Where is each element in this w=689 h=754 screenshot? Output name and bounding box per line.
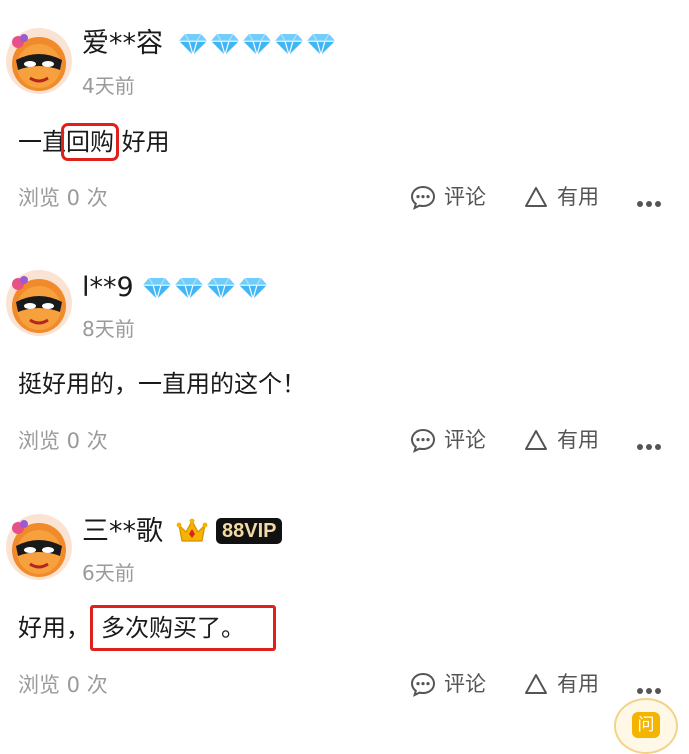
avatar[interactable] bbox=[4, 512, 74, 582]
review-content: 好用， 多次购买了。 bbox=[18, 605, 276, 651]
review-content: 一直回购 好用 bbox=[18, 123, 170, 161]
review-content: 挺好用的，一直用的这个！ bbox=[18, 368, 306, 400]
comment-button[interactable]: 评论 bbox=[410, 671, 486, 697]
helpful-label: 有用 bbox=[557, 672, 599, 696]
helpful-triangle-icon bbox=[523, 672, 549, 696]
review-date: 4天前 bbox=[82, 74, 135, 98]
helpful-triangle-icon bbox=[523, 185, 549, 209]
diamond-icon bbox=[274, 32, 304, 56]
diamond-badge-group bbox=[178, 32, 336, 56]
diamond-icon bbox=[142, 276, 172, 300]
comment-icon bbox=[410, 671, 436, 697]
ask-question-button[interactable]: 问 bbox=[614, 698, 678, 754]
question-bubble-icon: 问 bbox=[632, 712, 660, 738]
comment-label: 评论 bbox=[444, 185, 486, 209]
review-text: 好用 bbox=[114, 128, 170, 156]
review-text: 好用， bbox=[18, 614, 90, 642]
member-badge-group: 88VIP bbox=[176, 517, 283, 545]
helpful-button[interactable]: 有用 bbox=[523, 427, 599, 453]
helpful-triangle-icon bbox=[523, 428, 549, 452]
diamond-badge-group bbox=[142, 276, 268, 300]
more-options-button[interactable] bbox=[636, 436, 662, 455]
more-dots-icon bbox=[636, 200, 662, 208]
avatar[interactable] bbox=[4, 268, 74, 338]
diamond-icon bbox=[306, 32, 336, 56]
more-dots-icon bbox=[636, 443, 662, 451]
diamond-icon bbox=[178, 32, 208, 56]
comment-button[interactable]: 评论 bbox=[410, 427, 486, 453]
highlighted-text: 多次购买了。 bbox=[90, 605, 276, 651]
review-text: 挺好用的，一直用的这个！ bbox=[18, 370, 306, 398]
diamond-icon bbox=[242, 32, 272, 56]
view-count: 浏览 0 次 bbox=[18, 186, 108, 210]
username[interactable]: l**9 bbox=[82, 272, 134, 304]
more-options-button[interactable] bbox=[636, 680, 662, 699]
comment-icon bbox=[410, 184, 436, 210]
avatar[interactable] bbox=[4, 26, 74, 96]
comment-label: 评论 bbox=[444, 428, 486, 452]
more-options-button[interactable] bbox=[636, 193, 662, 212]
diamond-icon bbox=[206, 276, 236, 300]
diamond-icon bbox=[174, 276, 204, 300]
helpful-label: 有用 bbox=[557, 185, 599, 209]
diamond-icon bbox=[210, 32, 240, 56]
view-count: 浏览 0 次 bbox=[18, 429, 108, 453]
vip-badge: 88VIP bbox=[216, 518, 283, 544]
review-date: 8天前 bbox=[82, 317, 135, 341]
comment-button[interactable]: 评论 bbox=[410, 184, 486, 210]
view-count: 浏览 0 次 bbox=[18, 673, 108, 697]
comment-label: 评论 bbox=[444, 672, 486, 696]
highlighted-text: 回购 bbox=[61, 123, 119, 161]
crown-icon bbox=[176, 517, 208, 545]
helpful-label: 有用 bbox=[557, 428, 599, 452]
diamond-icon bbox=[238, 276, 268, 300]
review-text: 一直 bbox=[18, 128, 66, 156]
helpful-button[interactable]: 有用 bbox=[523, 184, 599, 210]
comment-icon bbox=[410, 427, 436, 453]
helpful-button[interactable]: 有用 bbox=[523, 671, 599, 697]
more-dots-icon bbox=[636, 687, 662, 695]
username[interactable]: 三**歌 bbox=[82, 516, 163, 548]
username[interactable]: 爱**容 bbox=[82, 28, 163, 60]
review-date: 6天前 bbox=[82, 561, 135, 585]
